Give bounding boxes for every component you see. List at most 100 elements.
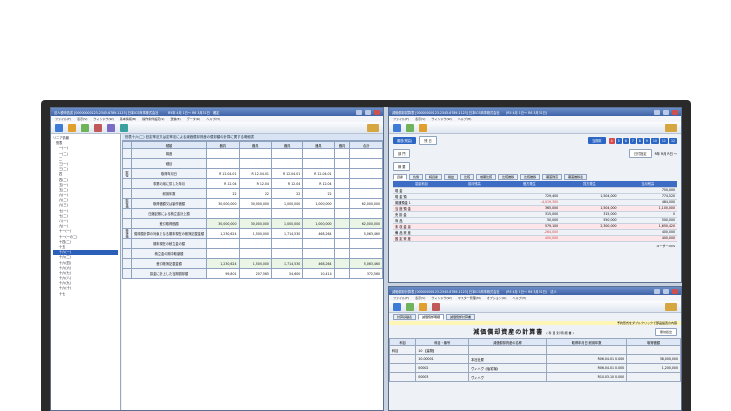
- value-cell[interactable]: [333, 218, 351, 229]
- minimize-button[interactable]: [654, 288, 660, 294]
- menu-item[interactable]: データ(D): [187, 117, 201, 121]
- value-cell[interactable]: [270, 148, 304, 159]
- menu-item[interactable]: ファイル(F): [393, 117, 409, 121]
- menu-item[interactable]: 基本情報(B): [120, 117, 136, 121]
- value-cell[interactable]: 5,063,460: [349, 228, 383, 239]
- report-tab[interactable]: 負債: [409, 174, 424, 180]
- tree-item[interactable]: 十七: [53, 292, 118, 297]
- save-icon[interactable]: [55, 123, 63, 132]
- folder-icon[interactable]: [68, 123, 76, 132]
- value-cell[interactable]: [333, 168, 351, 179]
- minimize-button[interactable]: [356, 109, 362, 115]
- value-cell[interactable]: [349, 168, 383, 179]
- view-tab[interactable]: 減価償却計算書: [446, 314, 476, 320]
- value-cell[interactable]: [206, 248, 240, 259]
- day-field[interactable]: 残 日: [419, 136, 437, 145]
- value-cell[interactable]: 22: [270, 188, 304, 199]
- menu-item[interactable]: 送信(E): [170, 117, 180, 121]
- value-cell[interactable]: [238, 238, 272, 249]
- maximize-button[interactable]: [663, 109, 669, 115]
- value-cell[interactable]: 5,063,460: [349, 258, 383, 269]
- summary-field[interactable]: 摘 要: [393, 162, 411, 171]
- value-cell[interactable]: 1,000,000: [270, 218, 304, 229]
- delete-icon[interactable]: [94, 123, 102, 132]
- value-cell[interactable]: 54,600: [270, 268, 304, 279]
- table-row[interactable]: 固 定 資 産 400,000 400,000: [393, 235, 677, 242]
- value-cell[interactable]: [333, 208, 351, 219]
- maximize-button[interactable]: [663, 288, 669, 294]
- close-button[interactable]: [672, 109, 678, 115]
- menu-item[interactable]: マスター管理(M): [458, 296, 481, 300]
- value-cell[interactable]: [333, 228, 351, 239]
- value-cell[interactable]: R 12.04.01: [206, 168, 240, 179]
- value-cell[interactable]: 62,000,000: [349, 198, 383, 209]
- value-cell[interactable]: 22: [302, 188, 335, 199]
- menu-item[interactable]: ヘルプ(H): [512, 296, 526, 300]
- value-cell[interactable]: 10,414: [302, 268, 335, 279]
- folder-icon[interactable]: [419, 302, 427, 311]
- value-cell[interactable]: [270, 208, 304, 219]
- value-cell[interactable]: [270, 248, 304, 259]
- value-cell[interactable]: [333, 198, 351, 209]
- menu-item[interactable]: ウィンドウ(W): [431, 296, 451, 300]
- month-tab[interactable]: 12: [668, 137, 677, 144]
- value-cell[interactable]: R 12.04.01: [270, 168, 304, 179]
- value-cell[interactable]: [206, 208, 240, 219]
- menu-item[interactable]: ファイル(F): [393, 296, 409, 300]
- report-tab[interactable]: 前期比較: [476, 174, 497, 180]
- menu-item[interactable]: ファイル(F): [55, 117, 71, 121]
- report-tab[interactable]: 期首残高: [542, 174, 563, 180]
- value-cell[interactable]: [302, 148, 335, 159]
- value-cell[interactable]: 1,000,000: [270, 198, 304, 209]
- report-tab[interactable]: 比較推移: [498, 174, 519, 180]
- value-cell[interactable]: [349, 188, 383, 199]
- menu-item[interactable]: ヘルプ(H): [206, 117, 220, 121]
- value-cell[interactable]: [302, 238, 335, 249]
- folder-icon[interactable]: [419, 123, 427, 132]
- value-cell[interactable]: 1,714,530: [270, 258, 304, 269]
- menu-item[interactable]: ヘルプ(H): [458, 117, 472, 121]
- view-tab[interactable]: 減価償却明細: [418, 314, 445, 320]
- save-icon[interactable]: [393, 123, 401, 132]
- value-cell[interactable]: [206, 238, 240, 249]
- value-cell[interactable]: [333, 188, 351, 199]
- value-cell[interactable]: [333, 268, 351, 279]
- month-tab[interactable]: 9: [643, 137, 650, 144]
- date-range[interactable]: R年 R月 R日 ～: [655, 151, 677, 156]
- value-cell[interactable]: 1,230,624: [206, 258, 240, 269]
- value-cell[interactable]: [238, 248, 272, 259]
- invalid-output-button[interactable]: 無効処出: [654, 327, 677, 336]
- value-cell[interactable]: 1,500,000: [238, 228, 272, 239]
- value-cell[interactable]: 22: [206, 188, 240, 199]
- menu-item[interactable]: ウィンドウ(W): [93, 117, 113, 121]
- value-cell[interactable]: R 12.04: [206, 178, 240, 189]
- balance-type-field[interactable]: 期首(残高): [393, 137, 417, 144]
- value-cell[interactable]: R 12.04: [238, 178, 272, 189]
- department-field[interactable]: 部 門: [393, 149, 411, 158]
- value-cell[interactable]: 468,264: [302, 258, 335, 269]
- value-cell[interactable]: [333, 178, 351, 189]
- value-cell[interactable]: [349, 158, 383, 169]
- report-tab[interactable]: 純資産: [425, 174, 443, 180]
- value-cell[interactable]: [238, 148, 272, 159]
- menu-item[interactable]: ウィンドウ(W): [431, 117, 451, 121]
- value-cell[interactable]: [270, 158, 304, 169]
- value-cell[interactable]: [302, 208, 335, 219]
- calc-icon[interactable]: [107, 123, 115, 132]
- value-cell[interactable]: [349, 238, 383, 249]
- value-cell[interactable]: 468,264: [302, 228, 335, 239]
- menu-item[interactable]: 表示(V): [415, 117, 425, 121]
- value-cell[interactable]: [270, 238, 304, 249]
- value-cell[interactable]: [238, 208, 272, 219]
- value-cell[interactable]: R 12.04: [270, 178, 304, 189]
- value-cell[interactable]: [333, 258, 351, 269]
- delete-icon[interactable]: [432, 302, 440, 311]
- search-icon[interactable]: [120, 123, 128, 132]
- value-cell[interactable]: [206, 148, 240, 159]
- report-tab[interactable]: 損益: [444, 174, 459, 180]
- value-cell[interactable]: [302, 248, 335, 259]
- value-cell[interactable]: [206, 158, 240, 169]
- menu-item[interactable]: オプション(O): [487, 296, 507, 300]
- value-cell[interactable]: [349, 208, 383, 219]
- menu-item[interactable]: 操作条件設定(S): [142, 117, 164, 121]
